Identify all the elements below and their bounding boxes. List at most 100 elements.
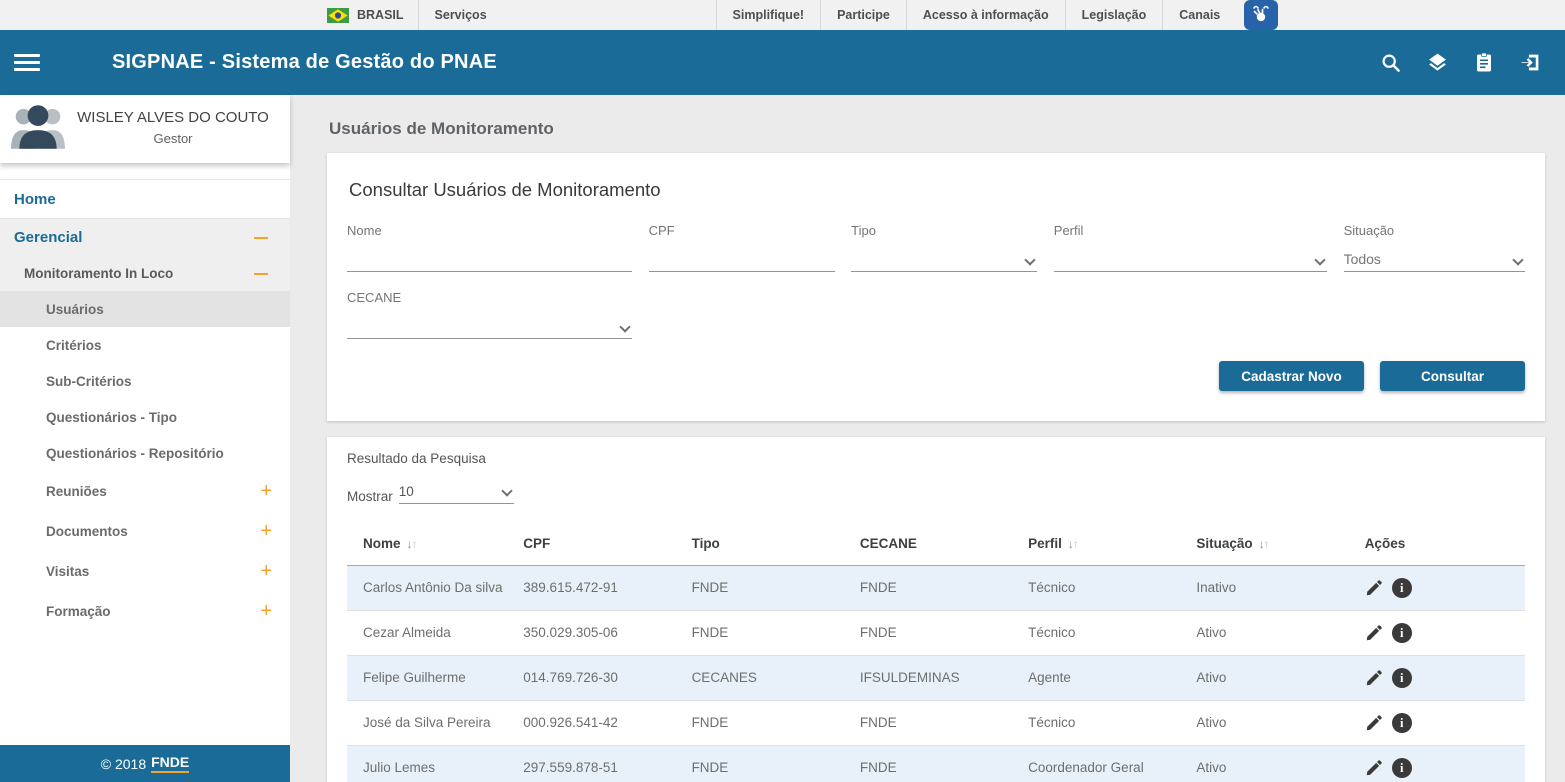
tipo-select[interactable]	[851, 251, 1037, 272]
sidebar-item-monitoramento-in-loco[interactable]: Monitoramento In Loco	[0, 256, 290, 291]
cell-tipo: FNDE	[684, 746, 852, 782]
table-row: Felipe Guilherme 014.769.726-30 CECANES …	[347, 656, 1525, 701]
sidebar-item-questionarios-tipo[interactable]: Questionários - Tipo	[0, 399, 290, 435]
column-label: Tipo	[692, 536, 720, 551]
column-header-perfil[interactable]: Perfil↓↑	[1020, 524, 1188, 566]
chevron-down-icon	[1512, 254, 1523, 265]
nome-input[interactable]	[347, 251, 632, 271]
app-title: SIGPNAE - Sistema de Gestão do PNAE	[112, 51, 497, 74]
cell-cpf: 389.615.472-91	[515, 566, 683, 611]
menu-hamburger-icon[interactable]	[14, 50, 40, 75]
sort-icon: ↓↑	[1259, 537, 1269, 551]
sidebar-item-documentos[interactable]: Documentos +	[0, 511, 290, 551]
info-icon[interactable]: i	[1392, 623, 1412, 643]
clipboard-icon[interactable]	[1474, 52, 1494, 73]
page-size-select[interactable]: 10	[399, 484, 514, 504]
govbar-item-participe[interactable]: Participe	[820, 0, 906, 30]
edit-pencil-icon[interactable]	[1365, 714, 1383, 732]
search-icon[interactable]	[1381, 53, 1401, 73]
column-header-situacao[interactable]: Situação ↓↑	[1188, 524, 1356, 566]
field-cpf: CPF	[649, 223, 835, 272]
cadastrar-novo-button[interactable]: Cadastrar Novo	[1219, 361, 1364, 391]
sidebar-item-questionarios-repositorio[interactable]: Questionários - Repositório	[0, 435, 290, 471]
row-actions: i	[1365, 758, 1517, 778]
fnde-link[interactable]: FNDE	[151, 754, 189, 773]
sidebar-item-criterios[interactable]: Critérios	[0, 327, 290, 363]
table-row: Cezar Almeida 350.029.305-06 FNDE FNDE T…	[347, 611, 1525, 656]
govbar-item-canais[interactable]: Canais	[1162, 0, 1236, 30]
cell-acoes: i	[1357, 566, 1525, 611]
info-icon[interactable]: i	[1392, 758, 1412, 778]
cell-nome: Carlos Antônio Da silva	[347, 566, 515, 611]
sidebar-item-gerencial[interactable]: Gerencial	[0, 219, 290, 256]
sidebar-item-label: Sub-Critérios	[46, 374, 132, 389]
column-label: Ações	[1365, 536, 1406, 551]
consultar-button[interactable]: Consultar	[1380, 361, 1525, 391]
edit-pencil-icon[interactable]	[1365, 669, 1383, 687]
govbar-brasil-link[interactable]: BRASIL	[313, 0, 418, 30]
expand-plus-icon[interactable]: +	[260, 521, 272, 541]
edit-pencil-icon[interactable]	[1365, 759, 1383, 777]
user-role: Gestor	[66, 131, 280, 146]
logout-icon[interactable]	[1520, 52, 1541, 73]
chevron-down-icon	[619, 321, 630, 332]
expand-plus-icon[interactable]: +	[260, 601, 272, 621]
table-header-row: Nome↓↑ CPF Tipo CECANE Perfil↓↑ Situação…	[347, 524, 1525, 566]
sidebar-item-usuarios[interactable]: Usuários	[0, 291, 290, 327]
sidebar-item-visitas[interactable]: Visitas +	[0, 551, 290, 591]
situacao-select[interactable]: Todos	[1344, 251, 1525, 272]
govbar-item-servicos[interactable]: Serviços	[418, 0, 716, 30]
cpf-input[interactable]	[649, 251, 835, 271]
field-tipo: Tipo	[851, 223, 1037, 272]
cell-cecane: IFSULDEMINAS	[852, 656, 1020, 701]
govbar-item-label: Canais	[1179, 8, 1220, 22]
cell-situacao: Inativo	[1188, 566, 1356, 611]
cell-cecane: FNDE	[852, 611, 1020, 656]
cecane-select[interactable]	[347, 318, 632, 339]
govbar-item-legislacao[interactable]: Legislação	[1065, 0, 1163, 30]
page-size-value: 10	[399, 484, 414, 499]
column-label: Situação	[1196, 536, 1252, 551]
govbar-item-label: Participe	[837, 8, 890, 22]
sidebar-item-formacao[interactable]: Formação +	[0, 591, 290, 631]
situacao-label: Situação	[1344, 223, 1525, 238]
cell-situacao: Ativo	[1188, 746, 1356, 782]
layers-icon[interactable]	[1427, 52, 1448, 73]
govbar-item-label: Simplifique!	[733, 8, 805, 22]
expand-plus-icon[interactable]: +	[260, 481, 272, 501]
table-row: José da Silva Pereira 000.926.541-42 FND…	[347, 701, 1525, 746]
govbar-item-simplifique[interactable]: Simplifique!	[716, 0, 821, 30]
row-actions: i	[1365, 668, 1517, 688]
table-row: Carlos Antônio Da silva 389.615.472-91 F…	[347, 566, 1525, 611]
info-icon[interactable]: i	[1392, 713, 1412, 733]
cell-situacao: Ativo	[1188, 701, 1356, 746]
sidebar-item-home[interactable]: Home	[0, 179, 290, 219]
search-card-title: Consultar Usuários de Monitoramento	[349, 179, 1525, 201]
column-header-cpf: CPF	[515, 524, 683, 566]
sidebar-item-label: Visitas	[46, 564, 89, 579]
row-actions: i	[1365, 713, 1517, 733]
govbar-item-acesso-informacao[interactable]: Acesso à informação	[906, 0, 1065, 30]
perfil-select[interactable]	[1054, 251, 1327, 272]
sidebar-item-label: Questionários - Repositório	[46, 446, 224, 461]
vlibras-accessibility-button[interactable]	[1244, 0, 1278, 30]
sidebar-item-sub-criterios[interactable]: Sub-Critérios	[0, 363, 290, 399]
cell-situacao: Ativo	[1188, 656, 1356, 701]
expand-plus-icon[interactable]: +	[260, 561, 272, 581]
user-name: WISLEY ALVES DO COUTO	[66, 109, 280, 128]
search-form-row-2: CECANE	[347, 290, 1525, 339]
column-header-nome[interactable]: Nome↓↑	[347, 524, 515, 566]
collapse-minus-icon[interactable]	[254, 237, 268, 239]
sidebar-item-reunioes[interactable]: Reuniões +	[0, 471, 290, 511]
info-icon[interactable]: i	[1392, 668, 1412, 688]
collapse-minus-icon[interactable]	[254, 273, 268, 275]
vlibras-hands-icon	[1250, 4, 1272, 26]
cell-perfil: Técnico	[1020, 566, 1188, 611]
chevron-down-icon	[501, 485, 512, 496]
edit-pencil-icon[interactable]	[1365, 624, 1383, 642]
sort-icon: ↓↑	[407, 537, 417, 551]
main-area: Usuários de Monitoramento Consultar Usuá…	[290, 95, 1565, 782]
situacao-selected-value: Todos	[1344, 251, 1381, 267]
edit-pencil-icon[interactable]	[1365, 579, 1383, 597]
info-icon[interactable]: i	[1392, 578, 1412, 598]
